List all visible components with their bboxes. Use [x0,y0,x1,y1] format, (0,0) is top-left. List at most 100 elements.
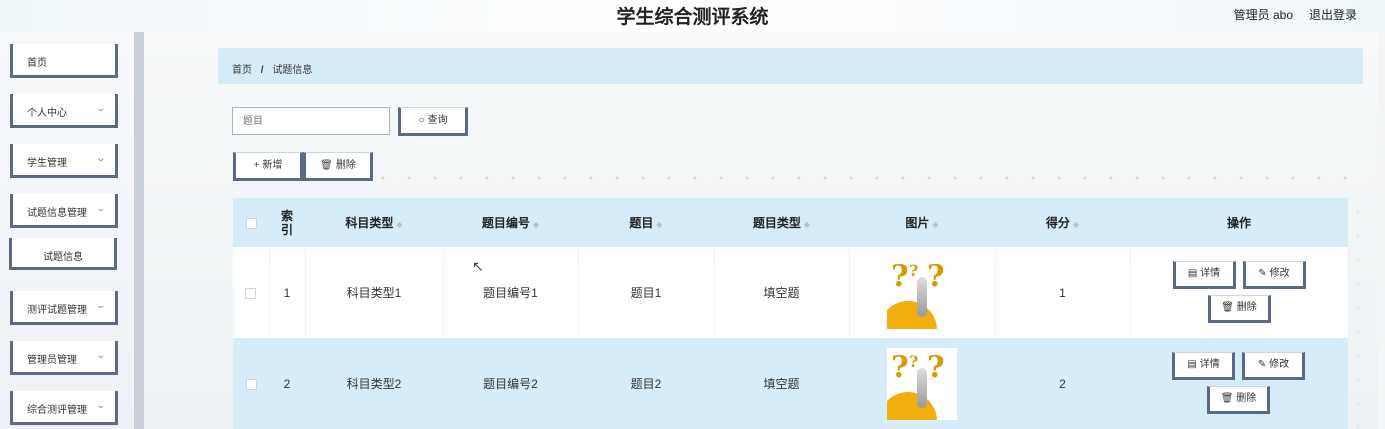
cell-question: 题目1 [578,247,715,338]
header-label: 得分 [1045,216,1070,230]
cell-question-type: 填空题 [714,247,850,338]
delete-button[interactable]: 🗑︎ 删除 [1207,386,1270,414]
search-icon: ○ [418,115,425,126]
trash-icon: 🗑︎ [1220,393,1237,404]
batch-delete-button[interactable]: 🗑︎ 删除 [303,152,373,181]
breadcrumb: 首页 / 试题信息 [218,48,1363,84]
questions-table: 索引 科目类型 ◆ 题目编号 ◆ 题目 ◆ 题目类型 ◆ 图片 ◆ 得分 ◆ 操作 1 科目… [233,198,1349,429]
sort-icon[interactable]: ◆ [656,220,662,229]
column-header-picture[interactable]: 图片 ◆ [849,198,995,247]
row-checkbox[interactable] [245,378,257,390]
delete-button-label: 删除 [1236,393,1257,404]
logout-link[interactable]: 退出登录 [1309,6,1357,23]
breadcrumb-home[interactable]: 首页 [232,65,252,76]
sidebar-item-profile[interactable]: 个人中心 ⌄ [10,94,118,128]
breadcrumb-current: 试题信息 [272,65,313,76]
column-header-question[interactable]: 题目 ◆ [578,198,714,247]
sidebar-item-eval-questions[interactable]: 测评试题管理 ⌄ [10,291,118,325]
sort-icon[interactable]: ◆ [396,220,402,229]
breadcrumb-separator: / [260,65,264,76]
table-header-row: 索引 科目类型 ◆ 题目编号 ◆ 题目 ◆ 题目类型 ◆ 图片 ◆ 得分 ◆ 操作 [233,198,1348,247]
select-all-cell [233,198,269,247]
header-label: 索引 [280,208,293,237]
column-header-subject-type[interactable]: 科目类型 ◆ [305,198,443,247]
column-header-index: 索引 [269,198,305,247]
edit-button-label: 修改 [1269,268,1290,279]
page-scrollbar[interactable] [1378,32,1385,429]
sort-icon[interactable]: ◆ [1073,220,1079,229]
cell-subject-type: 科目类型2 [305,338,443,429]
decorative-divider [370,176,1370,180]
cell-actions: ▤ 详情 ✎ 修改 🗑︎ 删除 [1130,247,1349,338]
sidebar-item-admins[interactable]: 管理员管理 ⌄ [10,341,118,375]
sidebar-item-label: 学生管理 [27,158,67,169]
question-marks-image[interactable]: ? ? ? [887,347,957,420]
column-header-question-type[interactable]: 题目类型 ◆ [714,198,849,247]
sidebar-scrollbar[interactable] [134,32,144,429]
cell-actions: ▤ 详情 ✎ 修改 🗑︎ 删除 [1130,338,1348,429]
sidebar-item-home[interactable]: 首页 [10,44,118,78]
add-button[interactable]: + 新增 [233,152,303,181]
cell-question-no: 题目编号1 [443,247,579,338]
chevron-down-icon: ⌄ [95,103,107,113]
delete-button-label: 删除 [1236,302,1257,313]
trash-icon: 🗑︎ [320,160,333,171]
sidebar-item-evaluation[interactable]: 综合测评管理 ⌄ [10,391,118,425]
trash-icon: 🗑︎ [1221,302,1237,313]
sidebar-item-question-mgmt[interactable]: 试题信息管理 ⌄ [10,194,118,228]
cell-index: 2 [269,338,305,429]
column-header-question-no[interactable]: 题目编号 ◆ [443,198,578,247]
sidebar-item-students[interactable]: 学生管理 ⌄ [10,144,118,178]
document-icon: ▤ [1187,268,1201,279]
document-icon: ▤ [1187,359,1200,370]
table-row: 2 科目类型2 题目编号2 题目2 填空题 ? ? ? 2 ▤ 详情 ✎ 修改 … [233,338,1348,429]
cell-subject-type: 科目类型1 [305,247,444,338]
row-checkbox[interactable] [245,287,257,299]
cell-question: 题目2 [578,338,714,429]
header-label: 图片 [905,216,930,230]
detail-button-label: 详情 [1200,268,1221,279]
sort-icon[interactable]: ◆ [804,220,810,229]
column-header-actions: 操作 [1130,198,1348,247]
app-title: 学生综合测评系统 [616,7,769,28]
decorative-dots [1354,200,1362,429]
sidebar-item-label: 试题信息 [43,252,83,263]
edit-button[interactable]: ✎ 修改 [1242,261,1306,289]
question-marks-image[interactable]: ? ? ? [887,256,957,329]
cell-question-no: 题目编号2 [443,338,578,429]
cell-score: 1 [995,247,1131,338]
edit-button[interactable]: ✎ 修改 [1242,352,1305,380]
detail-button[interactable]: ▤ 详情 [1172,352,1235,380]
select-all-checkbox[interactable] [245,217,257,229]
sidebar-item-label: 首页 [27,58,47,69]
search-input[interactable] [232,107,390,135]
edit-button-label: 修改 [1269,359,1290,370]
chevron-down-icon: ⌄ [95,300,107,310]
chevron-down-icon: ⌄ [95,350,107,360]
table-row: 1 科目类型1 题目编号1 题目1 填空题 ? ? ? 1 ▤ 详情 ✎ 修改 … [233,247,1349,338]
add-button-label: 新增 [262,160,283,171]
sidebar-subitem-questions[interactable]: 试题信息 [9,238,117,270]
top-header: 学生综合测评系统 管理员 abo 退出登录 [0,0,1385,32]
header-label: 题目 [629,216,654,230]
cell-question-type: 填空题 [714,338,849,429]
column-header-score[interactable]: 得分 ◆ [995,198,1130,247]
sidebar-item-label: 测评试题管理 [27,305,87,316]
sidebar-item-label: 管理员管理 [27,355,77,366]
delete-button-label: 删除 [335,160,356,171]
sidebar-item-label: 个人中心 [27,108,67,119]
sidebar-item-label: 试题信息管理 [27,208,87,219]
cell-picture: ? ? ? [849,338,995,429]
sort-icon[interactable]: ◆ [533,220,539,229]
delete-button[interactable]: 🗑︎ 删除 [1207,295,1271,323]
pencil-icon: ✎ [1257,359,1270,370]
chevron-down-icon: ⌄ [95,153,107,163]
sort-icon[interactable]: ◆ [932,220,938,229]
row-select-cell [233,338,269,429]
header-label: 题目编号 [481,216,530,230]
current-user: 管理员 abo [1233,8,1293,22]
chevron-down-icon: ⌄ [95,203,107,213]
search-button[interactable]: ○ 查询 [398,107,468,136]
detail-button[interactable]: ▤ 详情 [1172,261,1236,289]
detail-button-label: 详情 [1199,359,1220,370]
